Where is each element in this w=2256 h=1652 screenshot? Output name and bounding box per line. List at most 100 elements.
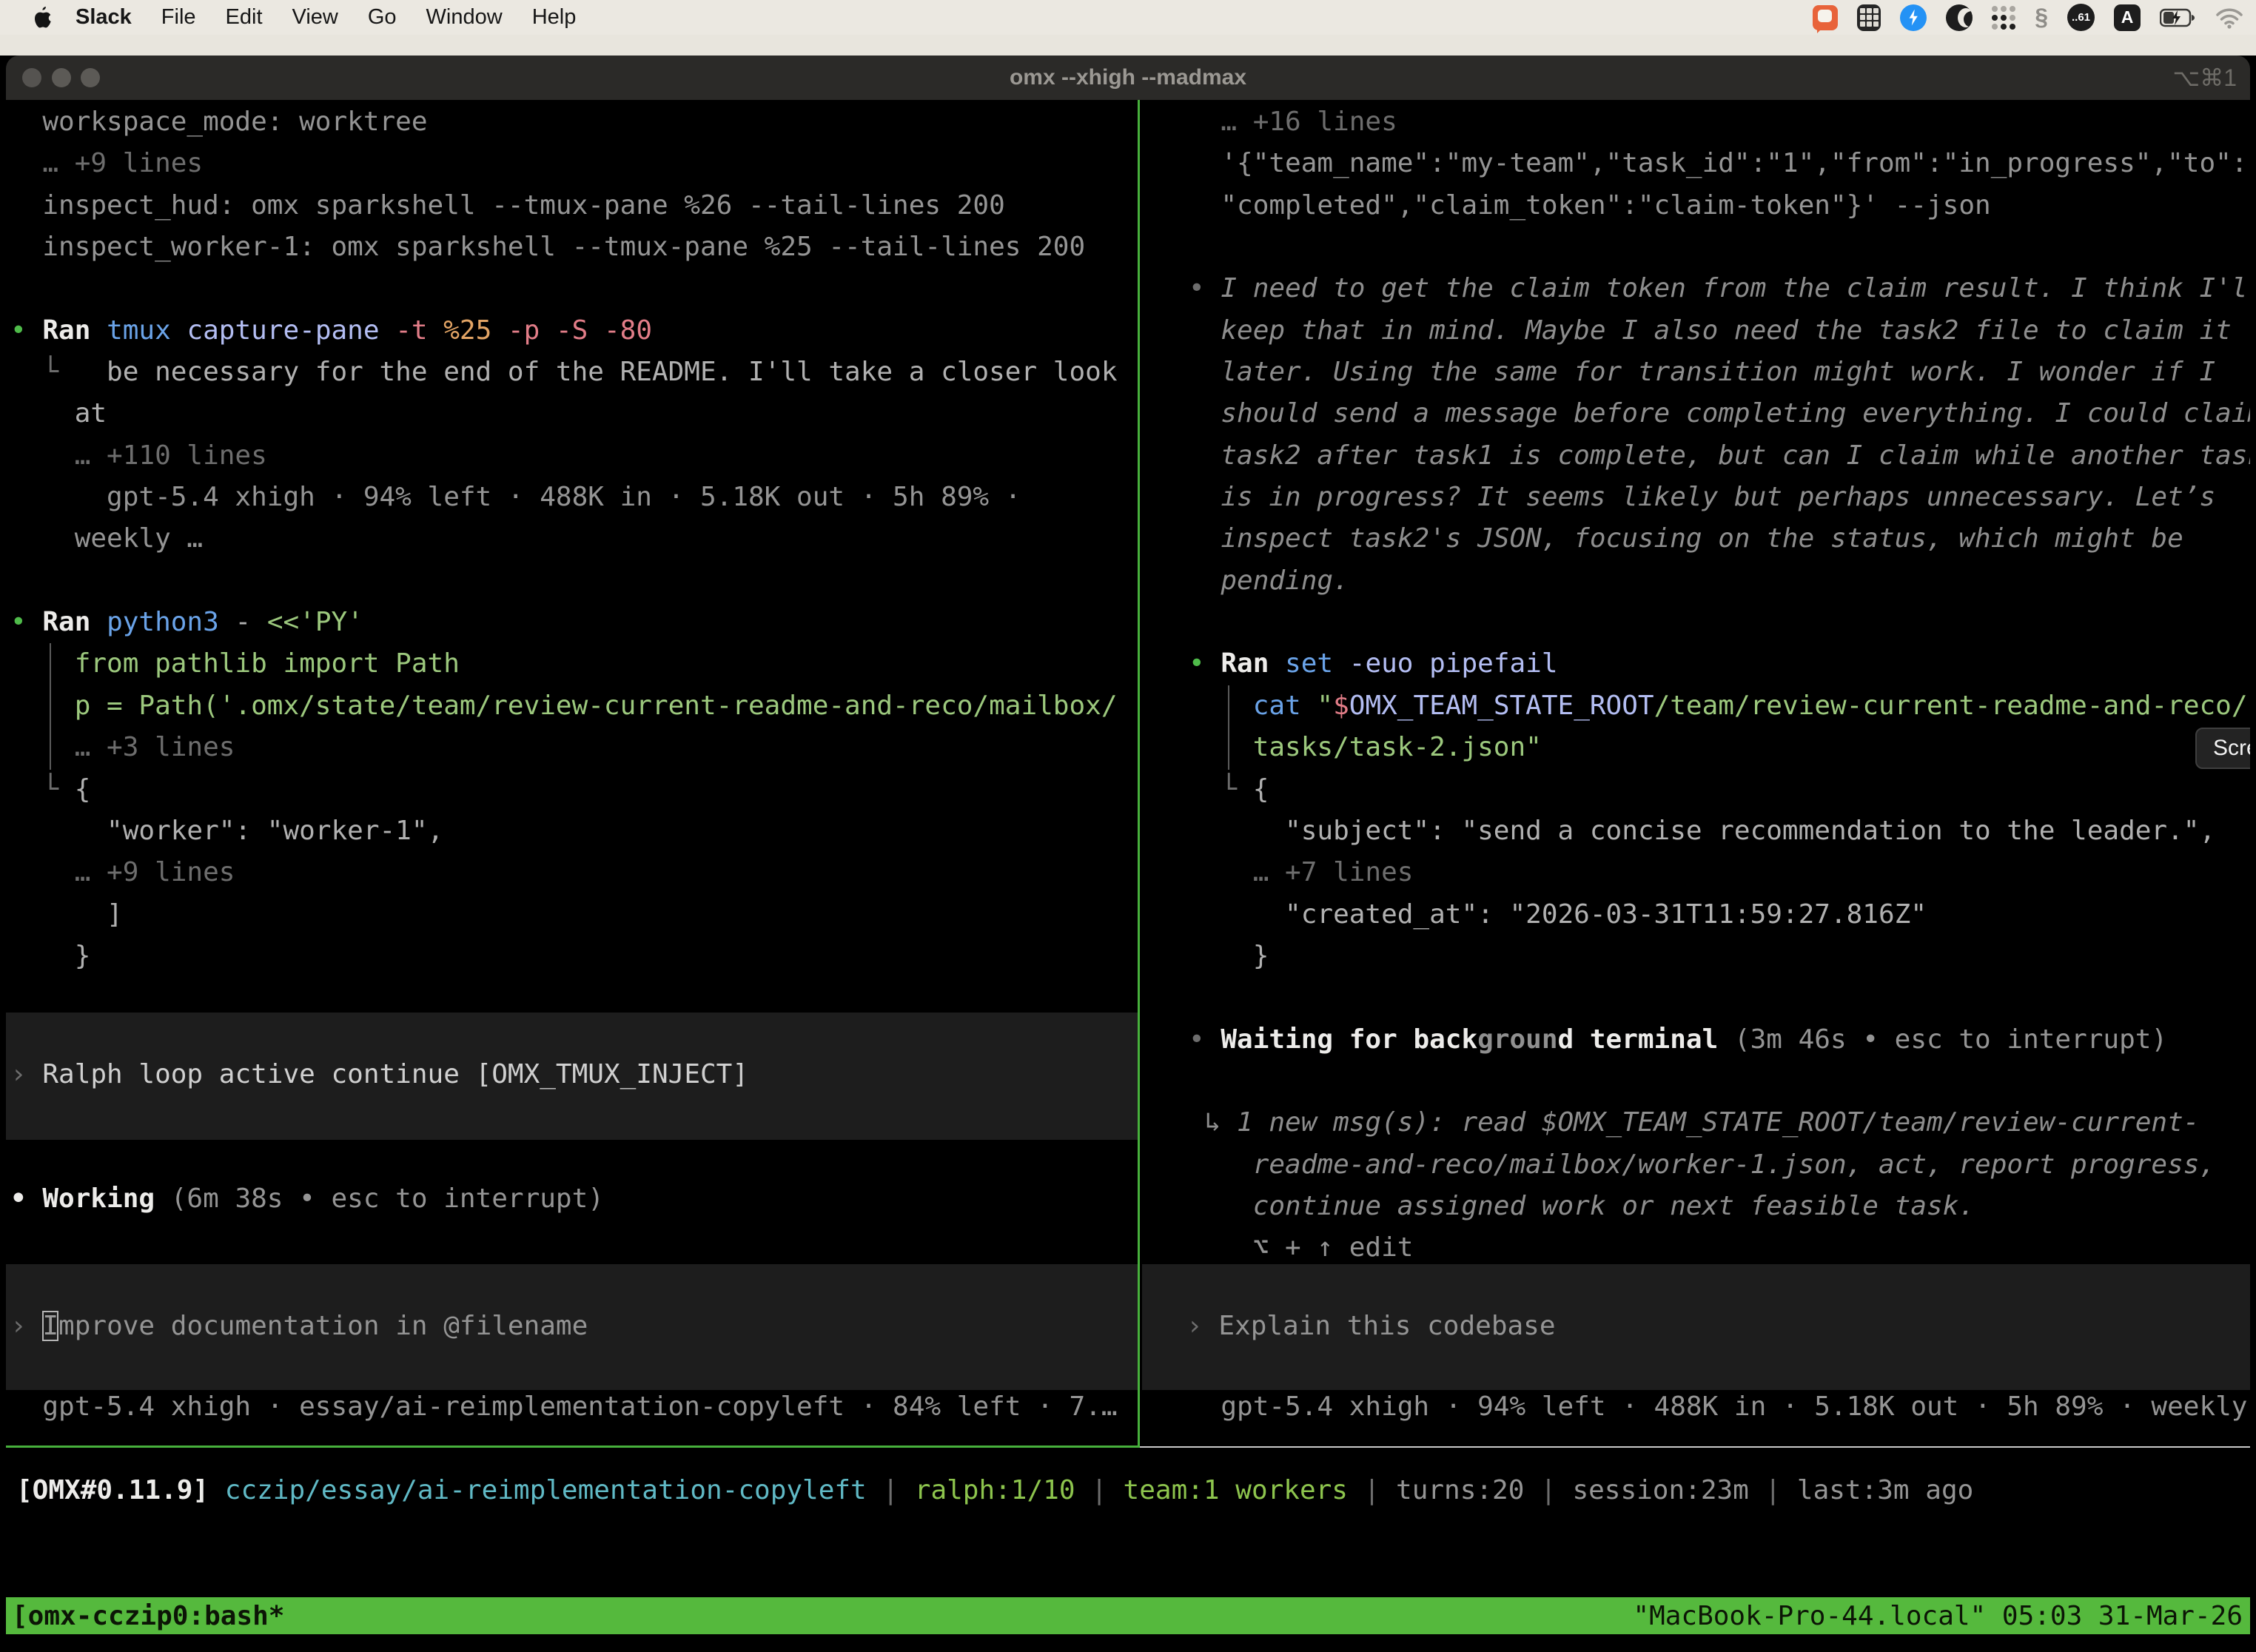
menu-bar: Slack File Edit View Go Window Help § ..… <box>0 0 2256 35</box>
terminal-line: pending. <box>1189 560 2250 602</box>
menu-item-slack[interactable]: Slack <box>61 5 147 30</box>
terminal-line <box>10 1013 1138 1054</box>
terminal-line: weekly … <box>10 518 1138 560</box>
terminal-line: • I need to get the claim token from the… <box>1189 268 2250 309</box>
left-pane-bottom-border <box>6 1446 1140 1448</box>
terminal-line: gpt-5.4 xhigh · 94% left · 488K in · 5.1… <box>10 477 1138 518</box>
terminal-line <box>10 1264 1138 1306</box>
terminal-line: "completed","claim_token":"claim-token"}… <box>1189 185 2250 226</box>
menu-items: Slack File Edit View Go Window Help <box>61 5 591 30</box>
window-title: omx --xhigh --madmax <box>6 56 2250 100</box>
terminal-line <box>1189 226 2250 268</box>
terminal-line: › Explain this codebase <box>1186 1306 2250 1347</box>
terminal-line: inspect task2's JSON, focusing on the st… <box>1189 518 2250 560</box>
terminal-line <box>1186 1348 2250 1389</box>
terminal-line: task2 after task1 is complete, but can I… <box>1189 435 2250 477</box>
terminal-line: • Working (6m 38s • esc to interrupt) <box>10 1178 1138 1220</box>
right-pane[interactable]: Scre … +16 lines '{"team_name":"my-team"… <box>1140 100 2250 1448</box>
terminal-line <box>10 560 1138 602</box>
menu-item-edit[interactable]: Edit <box>211 5 278 30</box>
tmux-host-label: "MacBook-Pro-44.local" 05:03 31-Mar-26 <box>1633 1601 2243 1631</box>
terminal-line: "worker": "worker-1", <box>10 810 1138 852</box>
apple-menu-icon[interactable] <box>31 5 53 30</box>
kiwi-browser-icon[interactable] <box>1946 4 1973 31</box>
terminal-block: … +16 lines '{"team_name":"my-team","tas… <box>1189 101 2250 1269</box>
menu-item-help[interactable]: Help <box>517 5 591 30</box>
terminal-line: • Ran python3 - <<'PY' <box>10 602 1138 643</box>
squiggle-icon[interactable]: § <box>2035 4 2048 31</box>
terminal-line: gpt-5.4 xhigh · essay/ai-reimplementatio… <box>10 1386 1138 1428</box>
terminal-block: • Working (6m 38s • esc to interrupt) <box>10 1178 1138 1220</box>
terminal-line: "subject": "send a concise recommendatio… <box>1189 810 2250 852</box>
terminal-line <box>1189 1061 2250 1102</box>
left-pane[interactable]: workspace_mode: worktree … +9 lines insp… <box>6 100 1138 1448</box>
terminal-line: cat "$OMX_TEAM_STATE_ROOT/team/review-cu… <box>1189 685 2250 727</box>
terminal-line: '{"team_name":"my-team","task_id":"1","f… <box>1189 143 2250 184</box>
chat-app-icon[interactable] <box>1813 5 1838 30</box>
terminal-block: workspace_mode: worktree … +9 lines insp… <box>10 101 1138 977</box>
input-source-icon[interactable]: A <box>2114 4 2141 31</box>
window-titlebar[interactable]: omx --xhigh --madmax ⌥⌘1 <box>6 56 2250 100</box>
terminal-line <box>1189 977 2250 1018</box>
terminal-band[interactable]: › Improve documentation in @filename <box>6 1264 1138 1390</box>
terminal-line: p = Path('.omx/state/team/review-current… <box>10 685 1138 727</box>
badge-61-icon[interactable]: ..61 <box>2067 4 2095 31</box>
terminal-line <box>10 268 1138 309</box>
menu-item-view[interactable]: View <box>278 5 353 30</box>
menu-item-go[interactable]: Go <box>353 5 412 30</box>
terminal-line: › Improve documentation in @filename <box>10 1306 1138 1347</box>
terminal-line: is in progress? It seems likely but perh… <box>1189 477 2250 518</box>
terminal-line: at <box>10 393 1138 434</box>
terminal-line: from pathlib import Path <box>10 643 1138 685</box>
window-shortcut: ⌥⌘1 <box>2172 56 2237 100</box>
terminal-line: … +110 lines <box>10 435 1138 477</box>
terminal-line: ] <box>10 894 1138 936</box>
battery-icon[interactable] <box>2160 8 2195 27</box>
menu-status-icons: § ..61 A <box>1813 0 2244 35</box>
terminal-line: readme-and-reco/mailbox/worker-1.json, a… <box>1189 1144 2250 1186</box>
terminal-line: workspace_mode: worktree <box>10 101 1138 143</box>
tmux-status-bar: [omx-cczip0:bash* "MacBook-Pro-44.local"… <box>6 1597 2250 1634</box>
terminal-line: … +16 lines <box>1189 101 2250 143</box>
menu-item-file[interactable]: File <box>147 5 211 30</box>
terminal-line: } <box>1189 936 2250 977</box>
terminal-line: ↳ 1 new msg(s): read $OMX_TEAM_STATE_ROO… <box>1189 1102 2250 1144</box>
right-pane-bottom-border <box>1140 1446 2250 1448</box>
terminal-line: tasks/task-2.json" <box>1189 727 2250 768</box>
terminal-line: • Ran set -euo pipefail <box>1189 643 2250 685</box>
terminal-line: gpt-5.4 xhigh · 94% left · 488K in · 5.1… <box>1189 1386 2250 1428</box>
terminal-window: omx --xhigh --madmax ⌥⌘1 workspace_mode:… <box>6 56 2250 1652</box>
terminal-line: later. Using the same for transition mig… <box>1189 352 2250 393</box>
menu-item-window[interactable]: Window <box>412 5 517 30</box>
terminal-line: └ { <box>10 769 1138 810</box>
terminal-line: … +3 lines <box>10 727 1138 768</box>
terminal-line: continue assigned work or next feasible … <box>1189 1186 2250 1227</box>
terminal-line: • Ran tmux capture-pane -t %25 -p -S -80 <box>10 310 1138 352</box>
terminal-line: … +7 lines <box>1189 852 2250 893</box>
terminal-block: gpt-5.4 xhigh · 94% left · 488K in · 5.1… <box>1189 1386 2250 1428</box>
terminal-block: [OMX#0.11.9] cczip/essay/ai-reimplementa… <box>16 1470 2246 1511</box>
grid-app-icon[interactable] <box>1857 4 1881 31</box>
terminal-line <box>1189 602 2250 643</box>
terminal-line: [OMX#0.11.9] cczip/essay/ai-reimplementa… <box>16 1470 2246 1511</box>
screen: Slack File Edit View Go Window Help § ..… <box>0 0 2256 1652</box>
terminal-line: • Waiting for background terminal (3m 46… <box>1189 1019 2250 1061</box>
terminal-line: inspect_worker-1: omx sparkshell --tmux-… <box>10 226 1138 268</box>
wifi-icon[interactable] <box>2215 7 2244 29</box>
terminal-line: "created_at": "2026-03-31T11:59:27.816Z" <box>1189 894 2250 936</box>
terminal-line: └ be necessary for the end of the README… <box>10 352 1138 393</box>
tmux-session-label[interactable]: [omx-cczip0:bash* <box>12 1601 284 1631</box>
terminal-band[interactable]: › Explain this codebase <box>1142 1264 2250 1390</box>
terminal-line <box>10 1348 1138 1389</box>
terminal-block: gpt-5.4 xhigh · essay/ai-reimplementatio… <box>10 1386 1138 1428</box>
terminal-line: … +9 lines <box>10 852 1138 893</box>
terminal-line: should send a message before completing … <box>1189 393 2250 434</box>
dots-grid-icon[interactable] <box>1992 6 2015 30</box>
terminal-line: } <box>10 936 1138 977</box>
terminal-line: └ { <box>1189 769 2250 810</box>
terminal-band[interactable]: › Ralph loop active continue [OMX_TMUX_I… <box>6 1013 1138 1140</box>
desktop-strip <box>0 35 2256 56</box>
messenger-icon[interactable] <box>1900 4 1927 31</box>
hud-status-line: [OMX#0.11.9] cczip/essay/ai-reimplementa… <box>10 1470 2246 1512</box>
terminal-line: › Ralph loop active continue [OMX_TMUX_I… <box>10 1054 1138 1095</box>
